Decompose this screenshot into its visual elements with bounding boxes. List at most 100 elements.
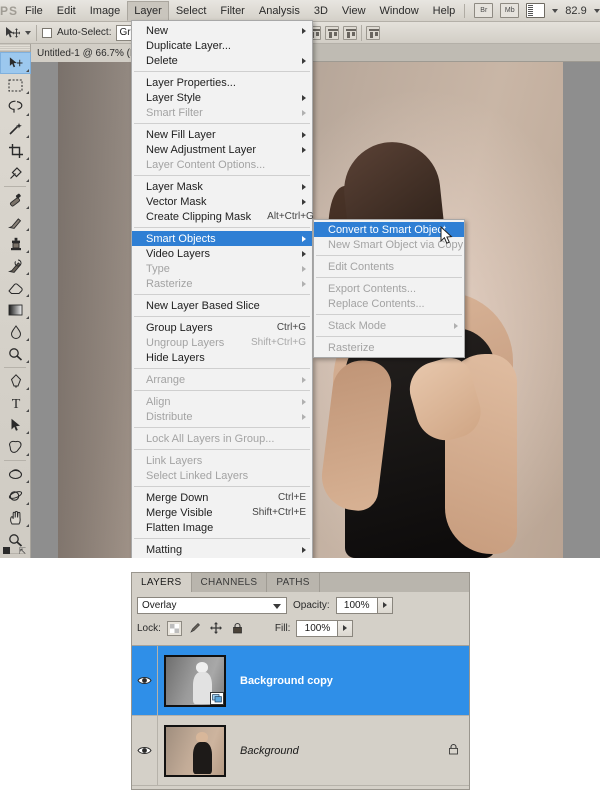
options-divider-1 [36,24,37,41]
opacity-slider-arrow-icon[interactable] [377,596,393,614]
menu-select[interactable]: Select [169,1,214,21]
smart-objects-submenu[interactable]: Convert to Smart Object New Smart Object … [313,219,465,358]
zoom-level-value[interactable]: 82.9 [565,5,586,17]
distribute-left-edges-icon[interactable] [343,25,358,40]
menu-item-video-layers[interactable]: Video Layers [132,246,312,261]
layer-thumbnail[interactable] [164,724,226,777]
layer-row[interactable]: Background [132,716,469,786]
layer-menu-dropdown[interactable]: New Duplicate Layer... Delete Layer Propert… [131,20,314,558]
submenu-arrow-icon [302,413,306,420]
menu-item-vector-mask[interactable]: Vector Mask [132,194,312,209]
default-colors-icon[interactable] [3,547,10,554]
history-brush-tool[interactable] [0,255,31,277]
menu-item-layer-style[interactable]: Layer Style [132,90,312,105]
lock-position-icon[interactable] [209,621,224,636]
menu-item-smart-objects[interactable]: Smart Objects [132,231,312,246]
menu-item-group-layers[interactable]: Group Layers Ctrl+G [132,320,312,335]
menu-edit[interactable]: Edit [50,1,83,21]
menu-item-shortcut: Ctrl+G [276,322,306,333]
layer-name[interactable]: Background [232,745,299,757]
menu-window[interactable]: Window [373,1,426,21]
healing-brush-tool[interactable] [0,189,31,211]
dodge-tool[interactable] [0,343,31,365]
view-extras-icon[interactable] [526,3,546,18]
menu-item-flatten-image[interactable]: Flatten Image [132,520,312,535]
lock-transparent-pixels-icon[interactable] [166,620,182,636]
brush-tool[interactable] [0,211,31,233]
tab-layers[interactable]: LAYERS [132,573,192,592]
menu-item-new-adjustment-layer[interactable]: New Adjustment Layer [132,142,312,157]
menu-item-merge-down[interactable]: Merge Down Ctrl+E [132,490,312,505]
launch-bridge-button[interactable]: Br [474,3,494,18]
fill-input[interactable]: 100% [296,619,339,637]
auto-select-checkbox[interactable] [42,27,52,38]
layer-name[interactable]: Background copy [232,675,333,687]
menu-item-duplicate-layer[interactable]: Duplicate Layer... [132,38,312,53]
svg-text:T: T [11,397,20,410]
menu-item-label: New Fill Layer [146,128,216,141]
distribute-bottom-edges-icon[interactable] [325,25,340,40]
tab-paths[interactable]: PATHS [267,573,320,592]
gradient-tool[interactable] [0,299,31,321]
shape-tool[interactable] [0,436,31,458]
menu-item-new-layer-based-slice[interactable]: New Layer Based Slice [132,298,312,313]
toolbox-drag-handle[interactable] [0,44,30,52]
fill-slider-arrow-icon[interactable] [338,619,354,637]
menu-item-convert-to-smart-object[interactable]: Convert to Smart Object [314,222,464,237]
menu-item-layer-properties[interactable]: Layer Properties... [132,75,312,90]
tool-preset-chevron-down-icon[interactable] [25,30,31,35]
menu-image[interactable]: Image [83,1,128,21]
menu-item-merge-visible[interactable]: Merge Visible Shift+Ctrl+E [132,505,312,520]
submenu-arrow-icon [302,265,306,272]
eye-icon[interactable] [136,743,153,758]
hand-tool[interactable] [0,507,31,529]
menu-item-shortcut: Shift+Ctrl+G [250,337,306,348]
eyedropper-tool[interactable] [0,162,31,184]
opacity-input[interactable]: 100% [335,596,378,614]
menu-item-select-linked-layers: Select Linked Layers [132,468,312,483]
menu-item-create-clipping-mask[interactable]: Create Clipping Mask Alt+Ctrl+G [132,209,314,224]
menu-layer[interactable]: Layer [127,0,169,21]
menu-help[interactable]: Help [426,1,463,21]
menu-item-label: Layer Content Options... [146,158,266,171]
menu-item-layer-mask[interactable]: Layer Mask [132,179,312,194]
menu-item-label: Rasterize [328,341,375,354]
menu-item-label: Layer Properties... [146,76,236,89]
magic-wand-tool[interactable] [0,118,31,140]
menu-item-label: Export Contents... [328,282,417,295]
lock-all-icon[interactable] [230,621,245,636]
3d-rotate-tool[interactable] [0,463,31,485]
tab-channels[interactable]: CHANNELS [192,573,268,592]
blending-mode-dropdown[interactable]: Overlay [137,596,287,614]
menu-item-new-fill-layer[interactable]: New Fill Layer [132,127,312,142]
move-tool[interactable] [0,52,31,74]
auto-align-layers-icon[interactable] [366,25,381,40]
crop-tool[interactable] [0,140,31,162]
menu-item-delete[interactable]: Delete [132,53,312,68]
3d-orbit-tool[interactable] [0,485,31,507]
menu-file[interactable]: File [18,1,50,21]
blur-tool[interactable] [0,321,31,343]
marquee-tool[interactable] [0,74,31,96]
zoom-chevron-down-icon[interactable] [593,8,600,13]
menu-view[interactable]: View [335,1,373,21]
eraser-tool[interactable] [0,277,31,299]
layer-thumbnail[interactable] [164,654,226,707]
menu-analysis[interactable]: Analysis [252,1,307,21]
layer-row[interactable]: Background copy [132,646,469,716]
menu-item-matting[interactable]: Matting [132,542,312,557]
lock-image-pixels-icon[interactable] [188,621,203,636]
menu-item-hide-layers[interactable]: Hide Layers [132,350,312,365]
pen-tool[interactable] [0,370,31,392]
clone-stamp-tool[interactable] [0,233,31,255]
eye-icon[interactable] [136,673,153,688]
swap-colors-icon[interactable]: ⇱ [18,546,26,557]
launch-mini-bridge-button[interactable]: Mb [500,3,520,18]
menu-item-new[interactable]: New [132,23,312,38]
type-tool[interactable]: T [0,392,31,414]
view-extras-chevron-down-icon[interactable] [552,8,559,13]
path-selection-tool[interactable] [0,414,31,436]
menu-3d[interactable]: 3D [307,1,335,21]
lasso-tool[interactable] [0,96,31,118]
menu-filter[interactable]: Filter [213,1,251,21]
